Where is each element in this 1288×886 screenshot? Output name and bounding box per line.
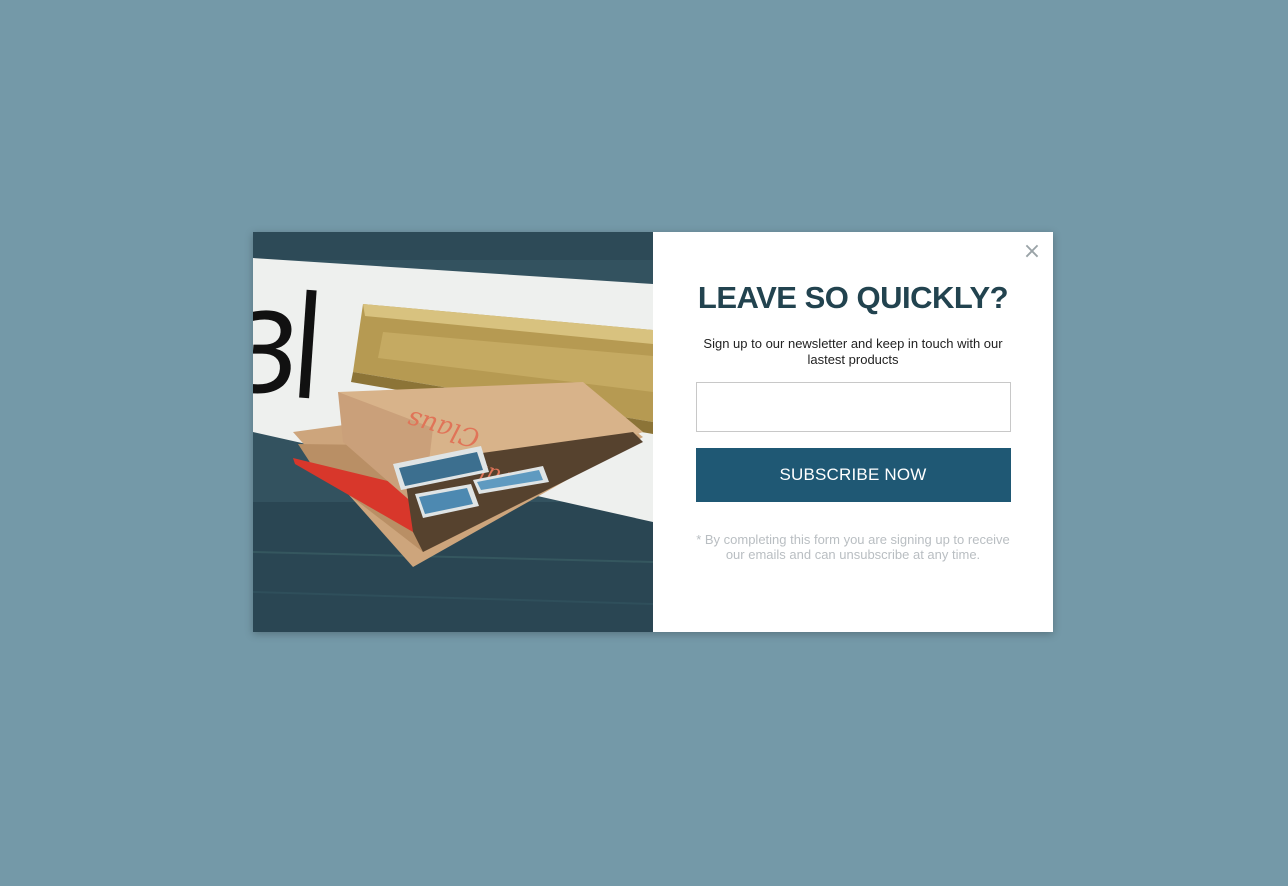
mailbox-illustration: 3 Claus Pale — [253, 232, 653, 632]
mailbox-envelopes-photo: 3 Claus Pale — [253, 232, 653, 632]
popup-content: × LEAVE SO QUICKLY? Sign up to our newsl… — [653, 232, 1053, 632]
disclaimer-text: * By completing this form you are signin… — [696, 532, 1010, 562]
popup-title: LEAVE SO QUICKLY? — [697, 280, 1009, 315]
svg-text:3: 3 — [253, 290, 305, 418]
popup-subtitle: Sign up to our newsletter and keep in to… — [703, 336, 1003, 367]
newsletter-popup: 3 Claus Pale × LEAVE SO QUICKLY? Sign up… — [253, 232, 1053, 632]
close-icon[interactable]: × — [1021, 241, 1043, 263]
email-field[interactable] — [695, 382, 1011, 432]
subscribe-button[interactable]: SUBSCRIBE NOW — [695, 448, 1011, 502]
